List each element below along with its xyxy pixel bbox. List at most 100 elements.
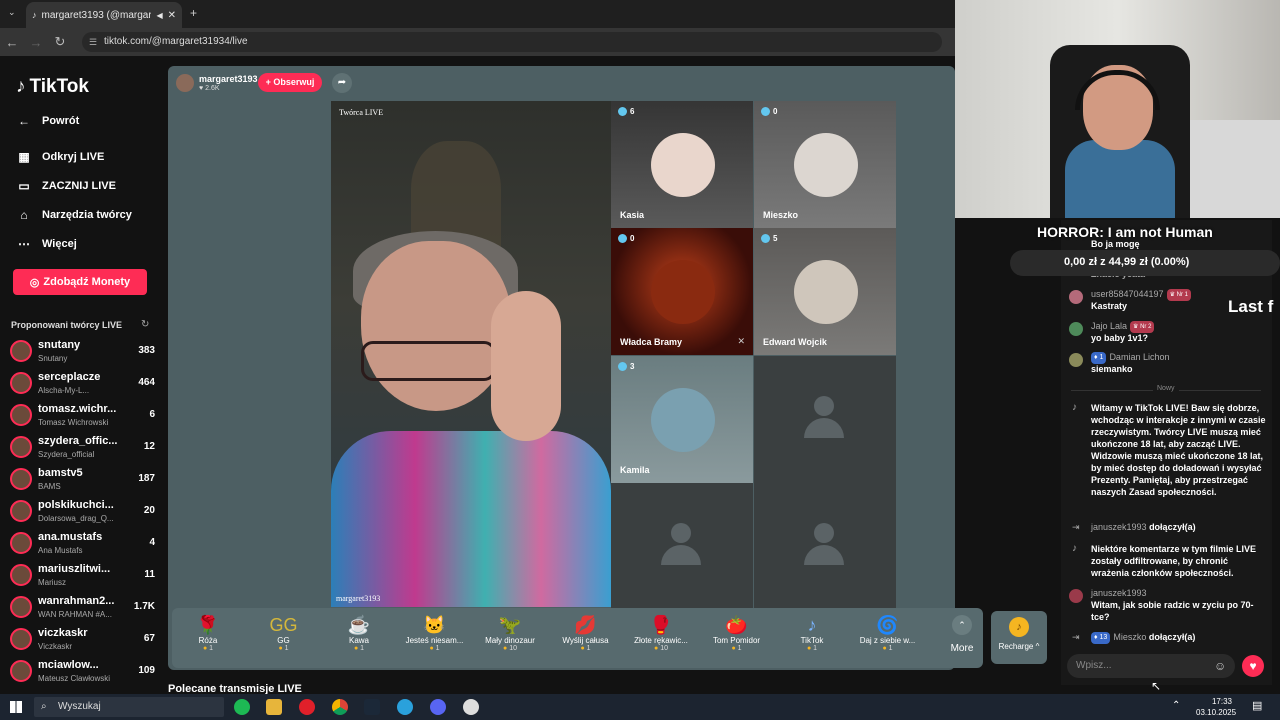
obs-icon[interactable] [463, 699, 479, 715]
avatar [10, 468, 32, 490]
suggested-creator[interactable]: bamstv5 BAMS 187 [10, 465, 155, 495]
suggested-creator[interactable]: mariuszlitwi... Mariusz 11 [10, 561, 155, 591]
follow-button[interactable]: + Obserwuj [258, 73, 322, 92]
chevron-up-icon[interactable]: ⌃ [1172, 700, 1180, 711]
chat-username[interactable]: Jajo Lala [1091, 321, 1127, 331]
guest-tile[interactable]: 0 Władca Bramy ✕ [611, 228, 753, 355]
site-info-icon[interactable]: ☰ [89, 32, 97, 52]
calendar-icon: ▦ [18, 150, 30, 164]
guest-tile[interactable]: 5 Edward Wojcik [754, 228, 896, 355]
avatar [10, 660, 32, 682]
tab-search-icon[interactable]: ⌄ [8, 7, 16, 18]
audio-icon[interactable]: ◀ [156, 11, 162, 20]
gift-item[interactable]: 🥊 Złote rękawic... ● 10 [626, 614, 696, 664]
nav-start-live[interactable]: ▭ ZACZNIJ LIVE [16, 179, 116, 193]
tiktok-favicon-icon: ♪ [32, 10, 37, 20]
host-name[interactable]: margaret3193 [199, 74, 258, 84]
suggested-creator[interactable]: tomasz.wichr... Tomasz Wichrowski 6 [10, 401, 155, 431]
taskbar-search[interactable]: ⌕ Wyszukaj [34, 697, 224, 717]
more-gifts-button[interactable]: ⌃ More [942, 613, 982, 663]
chrome-icon[interactable] [332, 699, 348, 715]
avatar[interactable] [1069, 353, 1083, 367]
nav-discover-live[interactable]: ▦ Odkryj LIVE [16, 150, 104, 164]
tiktok-logo[interactable]: ♪ TikTok [16, 76, 89, 98]
chat-username[interactable]: user85847044197 [1091, 289, 1164, 299]
gift-price-value: 1 [209, 645, 214, 652]
forward-arrow-icon[interactable]: → [24, 35, 48, 50]
avatar[interactable] [1069, 589, 1083, 603]
spotify-icon[interactable] [234, 699, 250, 715]
telegram-icon[interactable] [397, 699, 413, 715]
gift-item[interactable]: ♪ TikTok ● 1 [777, 614, 847, 664]
gift-item[interactable]: 🌹 Róża ● 1 [173, 614, 243, 664]
refresh-icon[interactable]: ↻ [141, 319, 149, 330]
discord-icon[interactable] [430, 699, 446, 715]
empty-seat[interactable] [754, 356, 896, 483]
chat-username[interactable]: Damian Lichon [1109, 352, 1169, 362]
gift-item[interactable]: GG GG ● 1 [249, 614, 319, 664]
tab-close-icon[interactable]: ✕ [168, 10, 176, 21]
guest-tile[interactable]: 0 Mieszko [754, 101, 896, 228]
empty-seat[interactable] [754, 483, 896, 610]
host-video[interactable]: Twórca LIVE margaret3193 [331, 101, 611, 607]
suggested-creator[interactable]: polskikuchci... Dolarsowa_drag_Q... 20 [10, 497, 155, 527]
message-text: siemanko [1091, 364, 1133, 374]
browser-tab[interactable]: ♪ margaret3193 (@margaret3... ◀ ✕ [26, 2, 182, 28]
chat-username[interactable]: januszek1993 [1091, 587, 1147, 599]
steam-icon[interactable] [364, 699, 380, 715]
windows-start-icon[interactable] [10, 701, 22, 713]
gift-item[interactable]: 🦖 Mały dinozaur ● 10 [475, 614, 545, 664]
avatar[interactable] [1069, 322, 1083, 336]
new-tab-icon[interactable]: + [190, 6, 197, 20]
tab-title: margaret3193 (@margaret3... [41, 9, 152, 21]
nav-label: Narzędzia twórcy [42, 209, 132, 221]
chat-username[interactable]: januszek1993 [1091, 522, 1147, 532]
suggested-creator[interactable]: viczkaskr Viczkaskr 67 [10, 625, 155, 655]
url-text: tiktok.com/@margaret31934/live [104, 36, 248, 47]
mouse-cursor-icon: ↖ [1151, 679, 1162, 693]
creator-subtitle: Snutany [38, 354, 68, 363]
gift-item[interactable]: 🌀 Daj z siebie w... ● 1 [853, 614, 923, 664]
avatar [10, 500, 32, 522]
recharge-button[interactable]: ♪ Recharge ^ [991, 611, 1047, 664]
clock[interactable]: 17:33 03.10.2025 [1196, 696, 1236, 718]
gift-item[interactable]: 🐱 Jesteś niesam... ● 1 [400, 614, 470, 664]
suggested-creator[interactable]: wanrahman2... WAN RAHMAN #A... 1.7K [10, 593, 155, 623]
back-link[interactable]: ← Powrót [16, 114, 79, 128]
coin-icon: ● [580, 645, 585, 652]
share-icon[interactable]: ➦ [332, 73, 352, 93]
gift-item[interactable]: ☕ Kawa ● 1 [324, 614, 394, 664]
coin-icon: ♪ [1009, 617, 1029, 637]
opera-icon[interactable] [299, 699, 315, 715]
back-arrow-icon[interactable]: ← [0, 35, 24, 50]
nav-label: Więcej [42, 238, 77, 250]
suggested-creator[interactable]: mciawlow... Mateusz Clawłowski 109 [10, 657, 155, 687]
nav-creator-tools[interactable]: ⌂ Narzędzia twórcy [16, 208, 132, 222]
suggested-creator[interactable]: snutany Snutany 383 [10, 337, 155, 367]
emoji-icon[interactable]: ☺ [1214, 659, 1226, 673]
suggested-creator[interactable]: szydera_offic... Szydera_official 12 [10, 433, 155, 463]
guest-name: Mieszko [763, 210, 799, 220]
avatar[interactable] [1069, 290, 1083, 304]
host-avatar[interactable] [176, 74, 194, 92]
chat-input[interactable]: Wpisz... [1067, 654, 1235, 678]
guest-tile[interactable]: 6 Kasia [611, 101, 753, 228]
empty-seat[interactable] [611, 483, 753, 610]
get-coins-button[interactable]: ◎ Zdobądź Monety [13, 269, 147, 295]
nav-more[interactable]: ⋯ Więcej [16, 237, 77, 251]
chat-input-placeholder: Wpisz... [1076, 660, 1112, 671]
suggested-creator[interactable]: ana.mustafs Ana Mustafs 4 [10, 529, 155, 559]
suggested-creator[interactable]: serceplacze Alscha-My-L... 464 [10, 369, 155, 399]
heart-icon[interactable]: ♥ [1242, 655, 1264, 677]
notification-icon[interactable]: ▤ [1252, 699, 1262, 712]
guest-tile[interactable]: 3 Kamila [611, 356, 753, 483]
gift-item[interactable]: 🍅 Tom Pomidor ● 1 [702, 614, 772, 664]
gift-name: Daj z siebie w... [859, 636, 916, 645]
gift-item[interactable]: 💋 Wyślij całusa ● 1 [551, 614, 621, 664]
coin-icon: ● [353, 645, 359, 652]
url-field[interactable]: ☰ tiktok.com/@margaret31934/live [82, 32, 942, 52]
reload-icon[interactable]: ↻ [48, 34, 72, 50]
file-explorer-icon[interactable] [266, 699, 282, 715]
coin-icon: ● [882, 645, 887, 652]
chat-username[interactable]: Mieszko [1113, 632, 1146, 642]
